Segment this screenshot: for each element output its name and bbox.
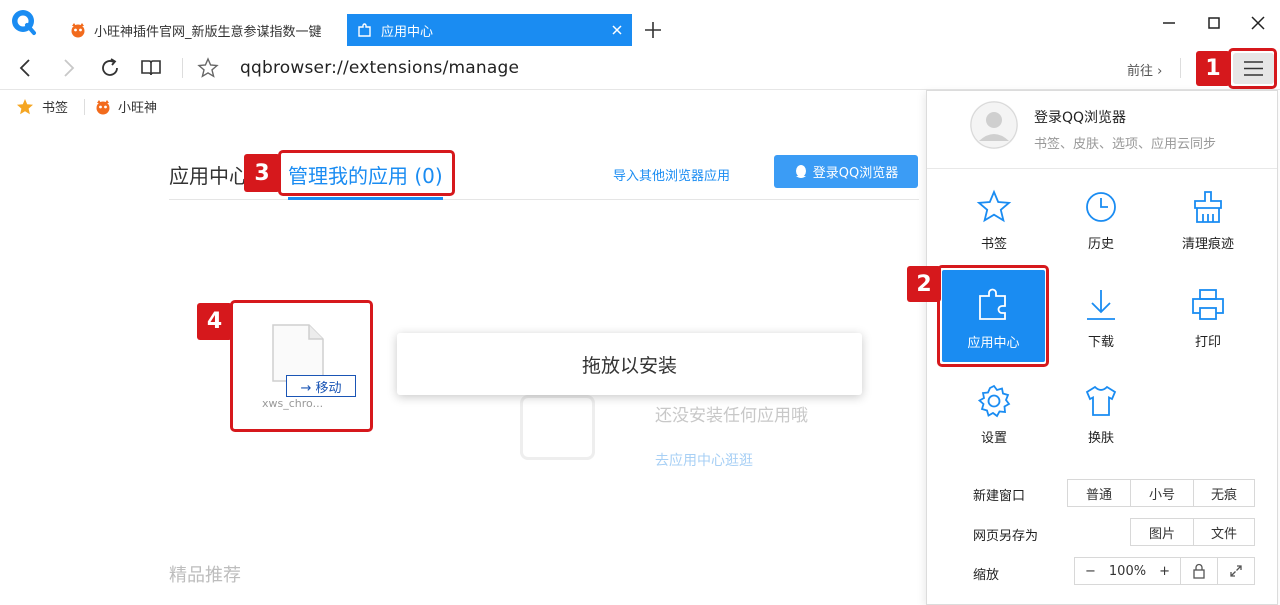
menu-item-label: 下载 bbox=[1087, 335, 1114, 350]
star-bookmark-icon[interactable] bbox=[196, 56, 220, 80]
lock-zoom-button[interactable] bbox=[1180, 557, 1218, 585]
menu-history[interactable]: 历史 bbox=[1051, 189, 1151, 252]
empty-state-text: 还没安装任何应用哦 bbox=[655, 406, 808, 426]
menu-print[interactable]: 打印 bbox=[1158, 287, 1258, 350]
broom-icon bbox=[1194, 191, 1222, 223]
content-divider bbox=[169, 199, 919, 200]
callout-highlight bbox=[937, 265, 1049, 367]
back-icon[interactable] bbox=[14, 56, 38, 80]
save-as-label: 网页另存为 bbox=[973, 529, 1039, 544]
new-window-normal-button[interactable]: 普通 bbox=[1067, 479, 1131, 507]
divider bbox=[927, 168, 1277, 169]
import-apps-link[interactable]: 导入其他浏览器应用 bbox=[613, 165, 730, 184]
bookmark-label: 书签 bbox=[42, 101, 69, 116]
menu-item-label: 设置 bbox=[980, 431, 1007, 446]
qq-browser-logo-icon[interactable] bbox=[10, 8, 38, 36]
refresh-icon[interactable] bbox=[98, 56, 122, 80]
menu-bookmarks[interactable]: 书签 bbox=[944, 189, 1044, 252]
login-button-label: 登录QQ浏览器 bbox=[812, 166, 899, 181]
tab-app-center-page[interactable]: 应用中心 bbox=[169, 160, 249, 189]
address-bar: qqbrowser://extensions/manage 前往 › bbox=[0, 46, 1280, 90]
callout-number: 3 bbox=[244, 154, 280, 192]
login-button[interactable]: 登录QQ浏览器 bbox=[774, 155, 918, 188]
expand-icon bbox=[1230, 565, 1242, 577]
new-window-incognito-button[interactable]: 无痕 bbox=[1193, 479, 1255, 507]
menu-clear-traces[interactable]: 清理痕迹 bbox=[1158, 189, 1258, 252]
qq-penguin-icon bbox=[794, 164, 808, 180]
minimize-icon[interactable] bbox=[1160, 14, 1178, 32]
menu-download[interactable]: 下载 bbox=[1051, 287, 1151, 350]
bookmark-item[interactable]: 书签 bbox=[16, 97, 68, 116]
callout-number: 2 bbox=[907, 266, 941, 302]
zoom-control: − 100% + bbox=[1074, 557, 1181, 585]
divider bbox=[84, 99, 85, 115]
tab-xiaowangshen[interactable]: 小旺神插件官网_新版生意参谋指数一键 bbox=[62, 14, 340, 46]
zoom-out-button[interactable]: − bbox=[1085, 564, 1096, 579]
callout-number: 1 bbox=[1196, 51, 1230, 86]
callout-number: 4 bbox=[197, 303, 232, 340]
drop-to-install-zone[interactable]: 拖放以安装 bbox=[397, 333, 862, 395]
puzzle-favicon-icon bbox=[357, 22, 373, 38]
bookmark-label: 小旺神 bbox=[118, 101, 158, 116]
divider bbox=[1180, 58, 1181, 78]
save-as-image-button[interactable]: 图片 bbox=[1130, 518, 1194, 546]
callout-highlight bbox=[278, 150, 455, 196]
zoom-value: 100% bbox=[1108, 563, 1147, 579]
new-window-label: 新建窗口 bbox=[973, 489, 1026, 504]
go-app-center-link[interactable]: 去应用中心逛逛 bbox=[655, 450, 753, 470]
avatar[interactable] bbox=[970, 101, 1018, 149]
empty-apps-icon bbox=[520, 395, 595, 460]
url-field[interactable]: qqbrowser://extensions/manage bbox=[240, 58, 519, 78]
clock-icon bbox=[1086, 192, 1116, 222]
login-subtitle: 书签、皮肤、选项、应用云同步 bbox=[1034, 137, 1217, 152]
download-icon bbox=[1087, 290, 1115, 320]
tab-bar: 小旺神插件官网_新版生意参谋指数一键 应用中心 bbox=[0, 0, 1280, 46]
new-tab-icon[interactable] bbox=[643, 20, 663, 40]
shirt-icon bbox=[1085, 385, 1117, 416]
zoom-label: 缩放 bbox=[973, 568, 1000, 583]
close-window-icon[interactable] bbox=[1249, 14, 1267, 32]
move-drag-tooltip: → 移动 bbox=[286, 375, 356, 397]
menu-item-label: 书签 bbox=[980, 237, 1007, 252]
menu-skin[interactable]: 换肤 bbox=[1051, 383, 1151, 446]
file-icon[interactable] bbox=[271, 323, 325, 383]
login-title[interactable]: 登录QQ浏览器 bbox=[1034, 107, 1126, 127]
file-name: xws_chro... bbox=[262, 397, 324, 410]
menu-settings[interactable]: 设置 bbox=[944, 383, 1044, 446]
reading-mode-icon[interactable] bbox=[139, 56, 163, 80]
active-tab-underline bbox=[288, 197, 443, 200]
menu-item-label: 历史 bbox=[1087, 237, 1114, 252]
lock-icon bbox=[1193, 563, 1205, 579]
recommend-title: 精品推荐 bbox=[169, 565, 241, 586]
menu-item-label: 换肤 bbox=[1087, 431, 1114, 446]
star-icon bbox=[16, 98, 34, 116]
new-window-small-button[interactable]: 小号 bbox=[1130, 479, 1194, 507]
close-tab-icon[interactable] bbox=[610, 23, 624, 37]
printer-icon bbox=[1192, 289, 1224, 320]
menu-item-label: 清理痕迹 bbox=[1181, 237, 1234, 252]
gear-icon bbox=[977, 384, 1011, 418]
bookmark-item[interactable]: 小旺神 bbox=[95, 97, 157, 116]
star-icon bbox=[976, 189, 1012, 223]
divider bbox=[182, 58, 183, 78]
callout-highlight bbox=[1228, 48, 1277, 89]
zoom-in-button[interactable]: + bbox=[1159, 564, 1170, 579]
menu-item-label: 打印 bbox=[1194, 335, 1221, 350]
save-as-file-button[interactable]: 文件 bbox=[1193, 518, 1255, 546]
tab-app-center[interactable]: 应用中心 bbox=[347, 14, 632, 46]
tab-title: 应用中心 bbox=[381, 24, 434, 40]
xiaowangshen-icon bbox=[95, 99, 111, 115]
xiaowangshen-favicon-icon bbox=[70, 22, 86, 38]
fullscreen-button[interactable] bbox=[1217, 557, 1255, 585]
maximize-icon[interactable] bbox=[1205, 14, 1223, 32]
forward-icon[interactable] bbox=[56, 56, 80, 80]
goto-button[interactable]: 前往 › bbox=[1127, 60, 1162, 79]
drop-label: 拖放以安装 bbox=[581, 354, 677, 377]
tab-title: 小旺神插件官网_新版生意参谋指数一键 bbox=[94, 24, 322, 40]
